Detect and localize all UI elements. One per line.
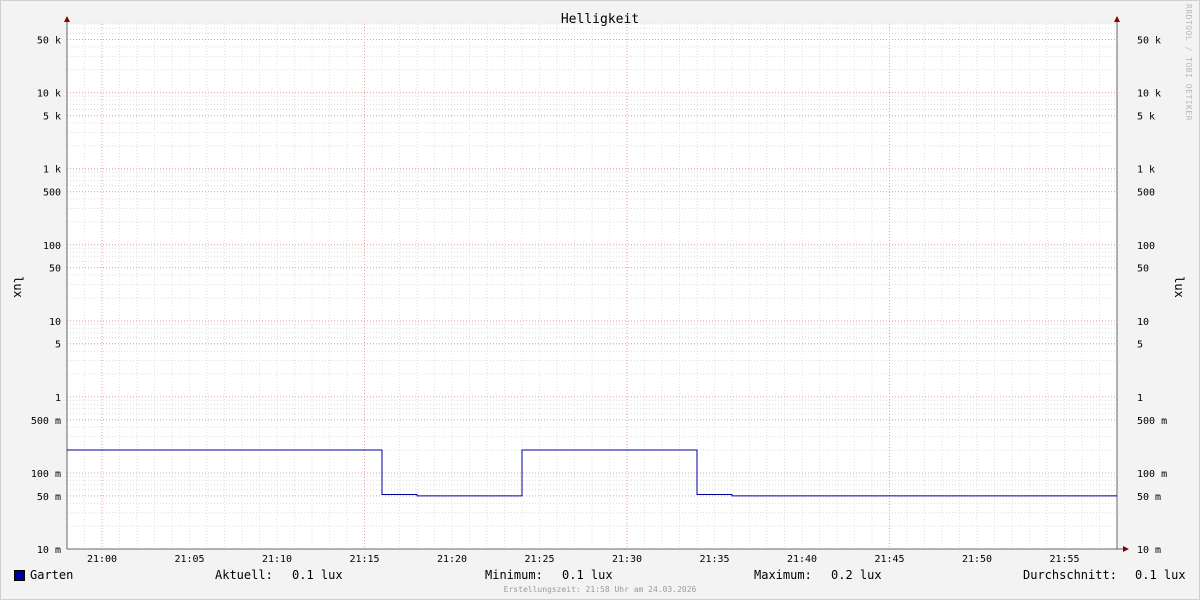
x-tick-label: 21:45 (874, 554, 904, 565)
y-tick-label-right: 10 (1137, 317, 1149, 328)
x-tick-labels: 21:00 21:05 21:10 21:15 21:20 21:25 21:30 21:35… (87, 554, 1080, 565)
y-tick-label-right: 1 k (1137, 165, 1155, 176)
x-tick-label: 21:00 (87, 554, 117, 565)
y-axis-label-right: lux (1172, 276, 1186, 298)
y-tick-label-left: 500 (43, 188, 61, 199)
x-tick-label: 21:10 (262, 554, 292, 565)
x-tick-label: 21:30 (612, 554, 642, 565)
legend-max-label: Maximum: (754, 568, 812, 582)
rrdtool-watermark: RRDTOOL / TOBI OETIKER (1184, 4, 1193, 121)
y-tick-label-left: 1 (55, 393, 61, 404)
legend-current-label: Aktuell: (215, 568, 273, 582)
creation-time-footer: Erstellungszeit: 21:58 Uhr am 24.03.2026 (503, 585, 697, 594)
x-tick-label: 21:15 (349, 554, 379, 565)
y-tick-label-left: 50 (49, 264, 61, 275)
legend-series-name: Garten (30, 568, 74, 582)
x-tick-label: 21:20 (437, 554, 467, 565)
y-tick-label-left: 10 (49, 317, 61, 328)
x-tick-label: 21:35 (699, 554, 729, 565)
legend-swatch-garten (14, 570, 25, 581)
y-tick-label-right: 100 m (1137, 469, 1167, 480)
x-tick-label: 21:40 (787, 554, 817, 565)
y-tick-label-right: 50 k (1137, 36, 1161, 47)
y-tick-label-left: 1 k (43, 165, 61, 176)
y-tick-label-right: 10 k (1137, 89, 1161, 100)
y-tick-label-left: 100 (43, 241, 61, 252)
y-axis-label-left: lux (11, 276, 25, 298)
y-tick-label-right: 1 (1137, 393, 1143, 404)
y-tick-label-right: 500 (1137, 188, 1155, 199)
y-tick-label-right: 100 (1137, 241, 1155, 252)
legend-min-value: 0.1 lux (562, 568, 613, 582)
y-tick-labels-right: 50 k 10 k 5 k 1 k 500 100 50 10 5 1 500 m 100 m 50 m… (1137, 36, 1167, 556)
y-tick-label-left: 50 m (37, 492, 61, 503)
y-tick-label-left: 100 m (31, 469, 61, 480)
y-tick-label-left: 5 k (43, 112, 61, 123)
legend-current-value: 0.1 lux (292, 568, 343, 582)
y-tick-label-right: 5 k (1137, 112, 1155, 123)
y-tick-label-left: 10 k (37, 89, 61, 100)
legend-min-label: Minimum: (485, 568, 543, 582)
y-tick-label-left: 10 m (37, 545, 61, 556)
x-tick-label: 21:25 (524, 554, 554, 565)
minor-grid (67, 23, 1117, 550)
x-tick-label: 21:55 (1049, 554, 1079, 565)
legend-avg-value: 0.1 lux (1135, 568, 1186, 582)
chart-title: Helligkeit (561, 12, 639, 27)
y-tick-label-right: 50 (1137, 264, 1149, 275)
x-axis-arrow (1123, 546, 1129, 552)
y-tick-label-right: 50 m (1137, 492, 1161, 503)
chart: 50 k 10 k 5 k 1 k 500 100 50 10 5 1 500 m 100 m 50 m… (11, 12, 1186, 565)
y-tick-label-left: 500 m (31, 416, 61, 427)
y-axis-arrow-left (64, 16, 70, 22)
legend-avg-label: Durchschnitt: (1023, 568, 1117, 582)
y-tick-label-left: 50 k (37, 36, 61, 47)
y-axis-arrow-right (1114, 16, 1120, 22)
x-tick-label: 21:50 (962, 554, 992, 565)
legend-max-value: 0.2 lux (831, 568, 882, 582)
y-tick-label-right: 10 m (1137, 545, 1161, 556)
x-tick-label: 21:05 (174, 554, 204, 565)
y-tick-label-right: 500 m (1137, 416, 1167, 427)
y-tick-labels-left: 50 k 10 k 5 k 1 k 500 100 50 10 5 1 500 m 100 m 50 m… (31, 36, 61, 556)
y-tick-label-left: 5 (55, 340, 61, 351)
y-tick-label-right: 5 (1137, 340, 1143, 351)
